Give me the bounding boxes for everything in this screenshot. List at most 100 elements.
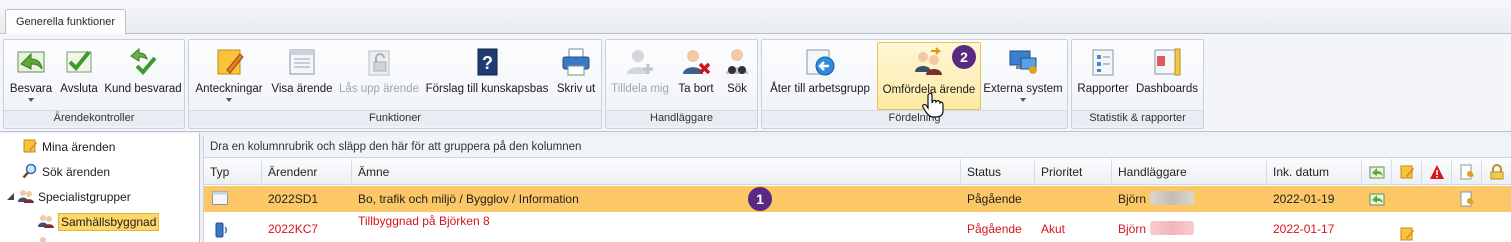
dashboard-icon [1154,48,1181,76]
group-arendekontroller: Besvara Avsluta Kund besvarad Ärendekont… [3,39,185,129]
group-handlaggare: Tilldela mig Ta bort Sök Handläggare [605,39,758,129]
column-document-key[interactable] [1452,159,1482,185]
warning-icon [1430,165,1444,179]
tree-item-label: Sök ärenden [42,165,111,179]
notes-icon [23,139,37,153]
column-amne[interactable]: Ämne [352,159,961,185]
column-replied[interactable] [1362,159,1392,185]
type-cell [204,186,262,212]
kund-besvarad-label: Kund besvarad [104,83,182,95]
tree-item-label: Specialistgrupper [38,190,131,204]
forslag-kunskapsbas-button[interactable]: ? Förslag till kunskapsbas [423,42,551,112]
chevron-down-icon [28,98,34,102]
ta-bort-label: Ta bort [678,83,714,95]
ta-bort-button[interactable]: Ta bort [674,42,718,112]
reply-icon [1369,166,1385,179]
rapporter-label: Rapporter [1077,83,1129,95]
tree-item-label: Samhällsbyggnad [58,213,160,231]
handlaggare-name: Björn [1118,192,1147,206]
notes-icon [1400,227,1414,241]
ribbon: Besvara Avsluta Kund besvarad Ärendekont… [0,34,1511,132]
tree-item-specialistgrupper[interactable]: Specialistgrupper [6,187,131,207]
sok-handlaggare-button[interactable]: Sök [720,42,754,112]
group-label-statistik: Statistik & rapporter [1072,110,1203,126]
handlaggare-name: Björn [1118,222,1147,236]
group-label-handlaggare: Handläggare [606,110,757,126]
column-prioritet[interactable]: Prioritet [1035,159,1112,185]
unlock-icon [368,50,390,76]
tree-item-samhallsbyggnad[interactable]: Samhällsbyggnad [38,212,160,232]
besvara-button[interactable]: Besvara [8,42,54,112]
handlaggare-cell: Björn [1112,216,1267,242]
group-icon [40,237,46,242]
prioritet-cell [1035,186,1112,212]
avsluta-button[interactable]: Avsluta [56,42,102,112]
column-warning[interactable] [1422,159,1452,185]
externa-system-button[interactable]: Externa system [982,42,1064,112]
ater-till-arbetsgrupp-button[interactable]: Åter till arbetsgrupp [765,42,875,112]
group-label-arendekontroller: Ärendekontroller [4,110,184,126]
sok-handlaggare-label: Sök [727,83,747,95]
printer-icon [562,48,590,76]
svg-text:?: ? [482,53,493,73]
redacted-surname [1150,221,1195,235]
table-row[interactable]: 2022KC7 Tillbyggnad på Björken 8 Pågåend… [204,214,1511,242]
phone-icon [215,222,228,238]
collapse-arrow-icon [7,193,14,200]
las-upp-arende-label: Lås upp ärende [339,83,419,95]
column-handlaggare[interactable]: Handläggare [1112,159,1267,185]
group-statistik-rapporter: Rapporter Dashboards Statistik & rapport… [1071,39,1204,129]
besvara-label: Besvara [9,83,53,95]
notes-icon [217,49,244,75]
column-lock[interactable] [1482,159,1511,185]
group-by-drop-area[interactable]: Dra en kolumnrubrik och släpp den här fö… [204,136,1511,158]
hand-cursor-icon [922,92,944,118]
kund-besvarad-button[interactable]: Kund besvarad [104,42,182,112]
group-label-fordelning: Fördelning [762,110,1067,126]
handlaggare-cell: Björn [1112,186,1267,212]
skriv-ut-label: Skriv ut [556,83,596,95]
column-notes[interactable] [1392,159,1422,185]
redistribute-users-icon [915,47,942,75]
tilldela-mig-button[interactable]: Tilldela mig [609,42,671,112]
lock-icon [1490,164,1504,180]
tree-item-label: Mina ärenden [42,140,116,154]
group-label-funktioner: Funktioner [189,110,601,126]
tree-item-sok-arenden[interactable]: Sök ärenden [22,162,110,182]
assign-user-icon [627,50,653,74]
help-book-icon: ? [477,48,498,76]
visa-arende-button[interactable]: Visa ärende [269,42,335,112]
tab-generella-funktioner[interactable]: Generella funktioner [5,9,127,35]
status-cell: Pågående [967,192,1022,206]
skriv-ut-button[interactable]: Skriv ut [553,42,599,112]
anteckningar-label: Anteckningar [195,83,263,95]
checkmark-icon [66,50,92,73]
column-typ[interactable]: Typ [204,159,262,185]
document-key-icon [1460,191,1474,207]
reply-icon [1369,193,1385,206]
group-funktioner: Anteckningar Visa ärende Lås upp ärende [188,39,602,129]
column-ink-datum[interactable]: Ink. datum [1267,159,1362,185]
datum-cell: 2022-01-17 [1273,222,1335,236]
notes-icon [1400,165,1414,179]
reply-icon [17,51,45,73]
group-fordelning: Åter till arbetsgrupp Omfördela ärende E… [761,39,1068,129]
amne-cell: Tillbyggnad på Björken 8 [358,214,490,228]
anteckningar-button[interactable]: Anteckningar [191,42,267,112]
ater-till-arbetsgrupp-label: Åter till arbetsgrupp [770,83,870,95]
remove-user-icon [683,50,711,75]
column-arendenr[interactable]: Ärendenr [262,159,352,185]
tree-item-mina-arenden[interactable]: Mina ärenden [22,137,115,157]
return-to-group-icon [806,49,835,76]
prioritet-cell: Akut [1041,222,1066,236]
binoculars-user-icon [726,49,748,74]
grid-header: Typ Ärendenr Ämne Status Prioritet Handl… [204,159,1511,185]
dashboards-button[interactable]: Dashboards [1134,42,1200,112]
las-upp-arende-button[interactable]: Lås upp ärende [337,42,421,112]
document-key-icon [1460,164,1474,180]
document-view-icon [289,49,315,75]
rapporter-button[interactable]: Rapporter [1074,42,1132,112]
datum-cell: 2022-01-19 [1273,192,1335,206]
case-grid: Dra en kolumnrubrik och släpp den här fö… [203,136,1511,242]
column-status[interactable]: Status [961,159,1035,185]
